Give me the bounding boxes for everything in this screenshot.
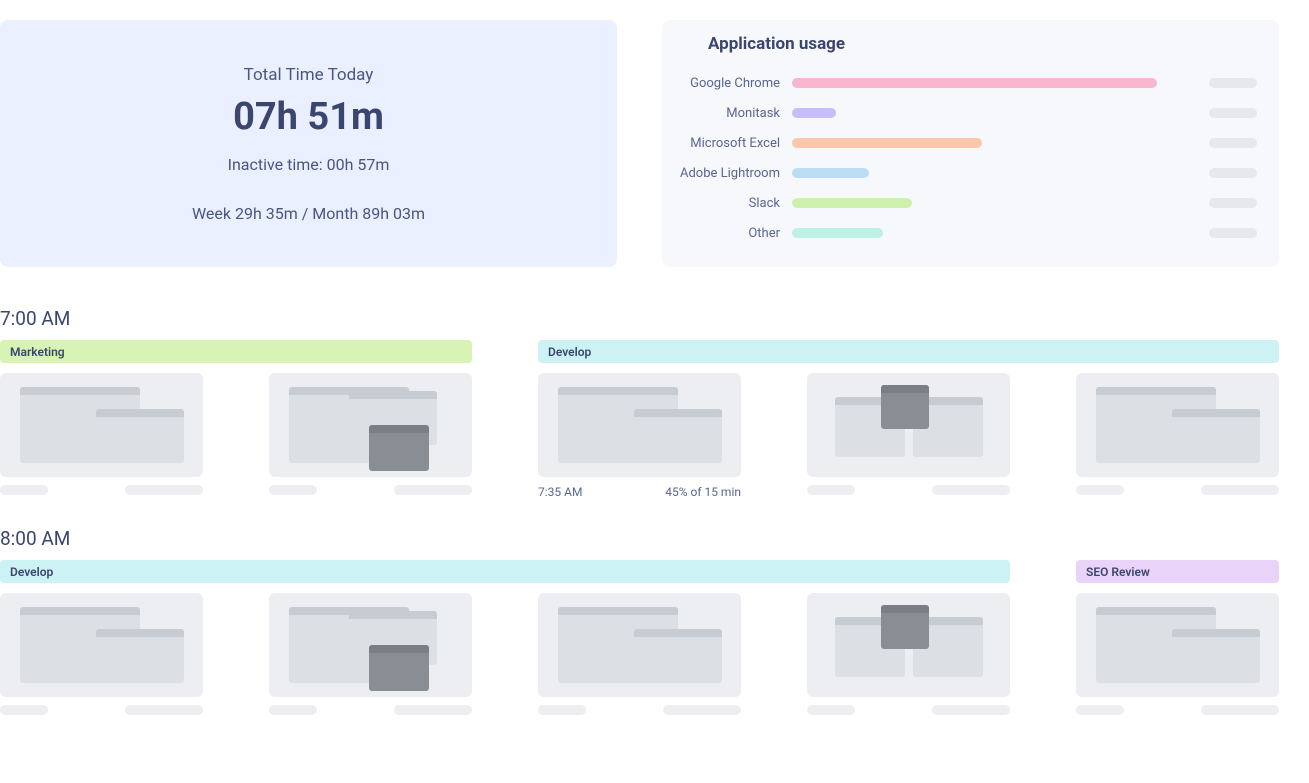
project-tag[interactable]: Develop (538, 340, 1279, 363)
usage-app-name: Slack (662, 196, 792, 211)
screenshot-thumbnail[interactable] (807, 373, 1010, 477)
inactive-time: Inactive time: 00h 57m (228, 155, 390, 174)
meta-stub (1201, 485, 1279, 495)
meta-stub (0, 705, 48, 715)
meta-stub (1076, 705, 1124, 715)
usage-value-stub (1209, 198, 1257, 208)
screenshot-thumbnail[interactable] (538, 373, 741, 477)
screenshot-meta (1076, 485, 1279, 495)
app-usage-card: Application usage Google Chrome Monitask… (662, 20, 1279, 267)
period-summary: Week 29h 35m / Month 89h 03m (192, 204, 425, 223)
usage-row: Other (662, 218, 1257, 248)
screenshot-row (0, 593, 1309, 715)
usage-bar (792, 168, 1157, 178)
screenshot-thumbnail[interactable] (269, 593, 472, 697)
meta-stub (663, 705, 741, 715)
total-time-label: Total Time Today (244, 65, 374, 85)
screenshot-item[interactable] (807, 373, 1010, 499)
screenshot-item[interactable] (807, 593, 1010, 715)
meta-stub (269, 485, 317, 495)
usage-app-name: Google Chrome (662, 76, 792, 91)
screenshot-item[interactable] (0, 373, 203, 499)
screenshot-item[interactable] (269, 593, 472, 715)
screenshot-item[interactable] (538, 593, 741, 715)
meta-stub (932, 705, 1010, 715)
meta-stub (0, 485, 48, 495)
project-tag[interactable]: Marketing (0, 340, 472, 363)
time-label: 8:00 AM (0, 527, 1309, 550)
usage-value-stub (1209, 168, 1257, 178)
usage-bar (792, 198, 1157, 208)
screenshot-thumbnail[interactable] (269, 373, 472, 477)
screenshot-meta (269, 705, 472, 715)
screenshot-meta (538, 705, 741, 715)
usage-app-name: Monitask (662, 106, 792, 121)
usage-bar (792, 78, 1157, 88)
screenshot-meta: 7:35 AM 45% of 15 min (538, 485, 741, 499)
app-usage-title: Application usage (708, 34, 1257, 54)
meta-stub (394, 485, 472, 495)
usage-value-stub (1209, 108, 1257, 118)
usage-value-stub (1209, 78, 1257, 88)
screenshot-thumbnail[interactable] (1076, 593, 1279, 697)
usage-value-stub (1209, 138, 1257, 148)
usage-app-name: Microsoft Excel (662, 136, 792, 151)
screenshot-meta (269, 485, 472, 495)
screenshot-meta (0, 705, 203, 715)
project-tag[interactable]: SEO Review (1076, 560, 1279, 583)
screenshot-item[interactable] (269, 373, 472, 499)
usage-bar-fill (792, 108, 836, 118)
screenshot-item[interactable] (0, 593, 203, 715)
timeline-block: 8:00 AM Develop SEO Review (0, 527, 1309, 715)
usage-row: Adobe Lightroom (662, 158, 1257, 188)
usage-bar (792, 228, 1157, 238)
project-tag[interactable]: Develop (0, 560, 1010, 583)
usage-value-stub (1209, 228, 1257, 238)
usage-bar-fill (792, 198, 912, 208)
usage-bar-fill (792, 78, 1157, 88)
screenshot-meta (807, 705, 1010, 715)
screenshot-meta (1076, 705, 1279, 715)
tag-row: Marketing Develop (0, 340, 1309, 363)
timeline-block: 7:00 AM Marketing Develop 7:35 AM 45% of 1… (0, 307, 1309, 499)
screenshot-thumbnail[interactable] (1076, 373, 1279, 477)
meta-stub (125, 485, 203, 495)
total-time-value: 07h 51m (233, 95, 384, 139)
usage-app-name: Adobe Lightroom (662, 166, 792, 181)
screenshot-item[interactable]: 7:35 AM 45% of 15 min (538, 373, 741, 499)
time-label: 7:00 AM (0, 307, 1309, 330)
usage-app-name: Other (662, 226, 792, 241)
meta-stub (807, 485, 855, 495)
meta-stub (1201, 705, 1279, 715)
meta-stub (538, 705, 586, 715)
usage-row: Monitask (662, 98, 1257, 128)
meta-stub (807, 705, 855, 715)
screenshot-item[interactable] (1076, 593, 1279, 715)
screenshot-thumbnail[interactable] (0, 373, 203, 477)
screenshot-thumbnail[interactable] (0, 593, 203, 697)
usage-bar (792, 108, 1157, 118)
usage-bar (792, 138, 1157, 148)
total-time-card: Total Time Today 07h 51m Inactive time: … (0, 20, 617, 267)
screenshot-thumbnail[interactable] (807, 593, 1010, 697)
screenshot-meta (0, 485, 203, 495)
meta-stub (394, 705, 472, 715)
screenshot-item[interactable] (1076, 373, 1279, 499)
screenshot-meta (807, 485, 1010, 495)
usage-row: Microsoft Excel (662, 128, 1257, 158)
meta-stub (932, 485, 1010, 495)
screenshot-row: 7:35 AM 45% of 15 min (0, 373, 1309, 499)
screenshot-activity: 45% of 15 min (665, 485, 741, 499)
meta-stub (1076, 485, 1124, 495)
tag-row: Develop SEO Review (0, 560, 1309, 583)
usage-bar-fill (792, 168, 869, 178)
meta-stub (125, 705, 203, 715)
meta-stub (269, 705, 317, 715)
usage-bar-fill (792, 228, 883, 238)
usage-row: Google Chrome (662, 68, 1257, 98)
usage-bar-fill (792, 138, 982, 148)
usage-row: Slack (662, 188, 1257, 218)
screenshot-time: 7:35 AM (538, 485, 582, 499)
screenshot-thumbnail[interactable] (538, 593, 741, 697)
